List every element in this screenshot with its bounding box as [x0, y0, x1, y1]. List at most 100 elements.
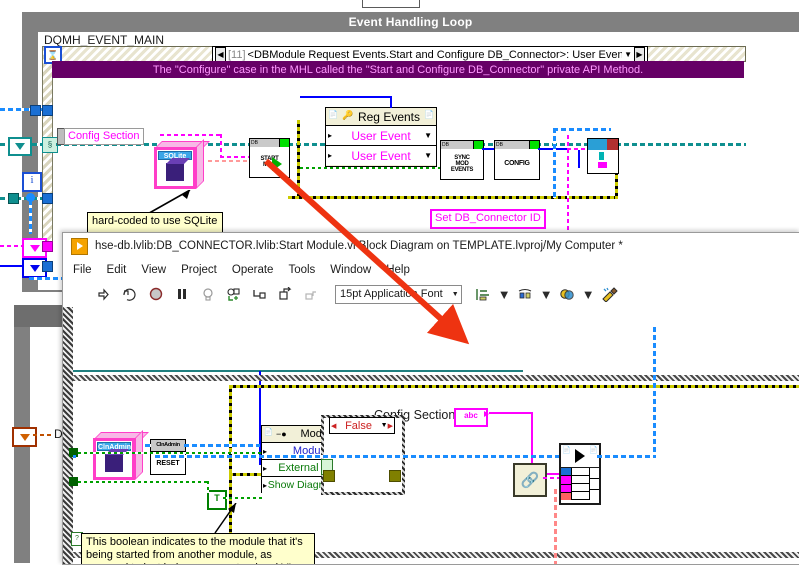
register-events-row-0-dropdown-icon[interactable]: ▼ — [424, 131, 432, 140]
cleanup-diagram-icon[interactable] — [601, 286, 618, 303]
register-events-node[interactable]: 📄 🔑 Reg Events 📄 ▸ User Event ▼ ▸ User E… — [325, 107, 437, 167]
variant-subvi[interactable] — [587, 138, 619, 174]
boolean-comment-box: This boolean indicates to the module tha… — [81, 533, 315, 564]
abort-execution-icon[interactable] — [147, 286, 164, 303]
step-out-icon[interactable] — [303, 286, 320, 303]
wire-blue-dashed-to-right — [553, 128, 611, 131]
wire-orange-data — [33, 434, 53, 436]
register-events-row-1-input: ▸ — [328, 151, 333, 160]
db-start-module-run-arrow — [272, 157, 282, 171]
variant-subvi-icon-right — [607, 139, 618, 150]
menu-item-edit[interactable]: Edit — [107, 264, 127, 276]
wire-pink-chain-out — [543, 477, 559, 479]
event-case-dropdown-icon[interactable]: ▼ — [622, 50, 634, 59]
while-loop-top-border — [73, 375, 799, 381]
wire-blue-lower-into-node — [73, 455, 76, 458]
align-dropdown-icon[interactable]: ▼ — [498, 286, 511, 303]
menu-item-window[interactable]: Window — [330, 264, 371, 276]
clnadmin-cube-icon — [105, 454, 123, 472]
window-titlebar[interactable]: hse-db.lvlib:DB_CONNECTOR.lvlib:Start Mo… — [63, 233, 799, 259]
wire-red-db-engine-vert — [554, 489, 557, 564]
tunnel-blue-left-a — [30, 105, 41, 116]
tunnel-blue-rail-b — [42, 261, 53, 272]
event-case-index: [11] — [228, 48, 246, 61]
run-icon[interactable] — [95, 286, 112, 303]
menu-item-project[interactable]: Project — [181, 264, 217, 276]
variant-subvi-icon-left — [588, 139, 607, 150]
db-start-module-subvi-body: START MOD — [250, 147, 289, 177]
menu-item-tools[interactable]: Tools — [288, 264, 315, 276]
db-config-subvi[interactable]: DB CONFIG — [494, 140, 540, 180]
case-structure-selector[interactable]: ◀ False ▼ ▶ — [329, 417, 395, 434]
db-sync-mod-events-subvi[interactable]: DB SYNC MOD EVENTS — [440, 140, 484, 180]
db-sync-mod-events-body: SYNC MOD EVENTS — [441, 149, 483, 179]
db-sync-mod-events-toplabel: DB — [441, 141, 474, 149]
distribute-dropdown-icon[interactable]: ▼ — [540, 286, 553, 303]
chain-link-node[interactable]: 🔗 — [513, 463, 547, 497]
block-diagram-canvas[interactable]: Config Section abc ClnAdmin ClnAdmin RES… — [63, 307, 799, 564]
reorder-objects-icon[interactable] — [559, 286, 576, 303]
tunnel-green-b — [69, 477, 78, 486]
data-terminal-lower-left[interactable] — [12, 427, 37, 447]
start-module-subvi-node[interactable]: 📄 📄 — [559, 443, 601, 505]
boolean-true-constant-text: T — [214, 493, 220, 503]
loop-left-rail-lower — [63, 307, 73, 564]
subvi-term-magenta-2 — [561, 484, 571, 493]
font-selector-value: 15pt Application Font — [340, 288, 443, 300]
register-events-row-1-dropdown-icon[interactable]: ▼ — [424, 151, 432, 160]
db-start-module-subvi-toplabel: DB — [250, 139, 280, 147]
tunnel-teal-bottom-a — [8, 193, 19, 204]
tunnel-pink-rail — [42, 241, 53, 252]
mod-admin-row-2-input: ▸ — [263, 480, 268, 490]
pause-icon[interactable] — [173, 286, 190, 303]
menu-item-help[interactable]: Help — [386, 264, 410, 276]
menu-item-file[interactable]: File — [73, 264, 92, 276]
reorder-dropdown-icon[interactable]: ▼ — [582, 286, 595, 303]
distribute-objects-icon[interactable] — [517, 286, 534, 303]
wire-green-rail-b-down — [207, 481, 209, 493]
diagram-label-dqmh-event-main: DQMH_EVENT_MAIN — [44, 33, 165, 47]
start-module-subvi-grid — [561, 468, 599, 500]
wire-pink-config-lower-h — [489, 412, 533, 414]
toolbar[interactable]: 15pt Application Font ▼ ▼ ▼ ▼ — [63, 281, 799, 308]
config-section-string-control[interactable]: abc — [454, 408, 488, 427]
case-next-arrow[interactable]: ▶ — [388, 422, 393, 430]
sqlite-constant[interactable]: SQLite — [154, 139, 210, 191]
db-sync-mod-events-header: DB — [441, 141, 483, 149]
event-loop-title: Event Handling Loop — [348, 15, 473, 29]
align-objects-icon[interactable] — [475, 286, 492, 303]
wire-blue-bottom-down — [29, 200, 32, 234]
chevron-down-icon[interactable]: ▼ — [448, 291, 459, 298]
wire-green-rail-b — [78, 481, 208, 483]
run-continuously-icon[interactable] — [121, 286, 138, 303]
menu-bar[interactable]: File Edit View Project Operate Tools Win… — [63, 259, 799, 281]
top-partial-control — [362, 0, 420, 8]
step-over-icon[interactable] — [277, 286, 294, 303]
event-case-next-button[interactable]: ▶ — [634, 47, 645, 62]
subvi-term-red — [561, 492, 571, 500]
event-case-prev-button[interactable]: ◀ — [215, 47, 226, 62]
register-events-row-0[interactable]: ▸ User Event ▼ — [326, 126, 436, 146]
db-start-module-subvi[interactable]: DB START MOD — [249, 138, 290, 178]
case-selector-value: False — [345, 419, 372, 432]
event-loop-titlebar: Event Handling Loop — [22, 12, 799, 32]
tunnel-blue-rail-a — [42, 105, 53, 116]
font-selector[interactable]: 15pt Application Font ▼ — [335, 284, 462, 304]
wire-error-vert-left — [297, 120, 300, 198]
labview-block-diagram-window[interactable]: hse-db.lvlib:DB_CONNECTOR.lvlib:Start Mo… — [62, 232, 799, 565]
step-into-icon[interactable] — [251, 286, 268, 303]
register-events-key-icon: 🔑 — [342, 110, 354, 120]
case-dropdown-icon[interactable]: ▼ — [381, 422, 388, 429]
register-events-row-0-label: User Event — [351, 128, 411, 143]
wire-pink-config-upper — [160, 134, 222, 136]
retain-wire-values-icon[interactable] — [225, 286, 242, 303]
menu-item-view[interactable]: View — [141, 264, 166, 276]
wire-blue-dashed-down-mid — [553, 128, 556, 198]
menu-item-operate[interactable]: Operate — [232, 264, 274, 276]
subvi-run-triangle-icon — [575, 449, 585, 463]
register-events-row-1[interactable]: ▸ User Event ▼ — [326, 146, 436, 165]
clnadmin-constant[interactable]: ClnAdmin — [93, 430, 149, 482]
highlight-execution-icon[interactable] — [199, 286, 216, 303]
subvi-conn-right-icon: 📄 — [589, 447, 598, 454]
wire-blue-sync-to-config — [482, 148, 494, 150]
